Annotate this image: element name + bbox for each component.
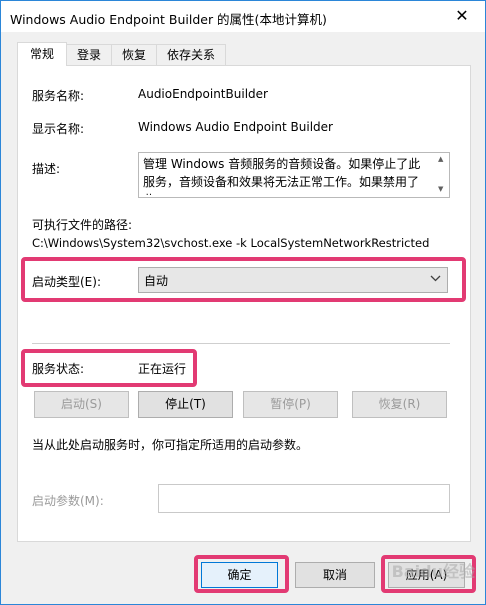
resume-button[interactable]: 恢复(R)	[352, 391, 447, 418]
divider	[32, 343, 450, 344]
tab-general[interactable]: 常规	[17, 42, 67, 66]
properties-dialog: Windows Audio Endpoint Builder 的属性(本地计算机…	[0, 0, 486, 605]
display-name-label: 显示名称:	[32, 122, 85, 136]
pause-button[interactable]: 暂停(P)	[243, 391, 338, 418]
service-name-value: AudioEndpointBuilder	[138, 87, 268, 101]
tab-logon[interactable]: 登录	[66, 44, 112, 65]
startup-params-label: 启动参数(M):	[32, 494, 104, 508]
startup-params-input[interactable]	[158, 484, 450, 513]
description-textbox[interactable]: 管理 Windows 音频服务的音频设备。如果停止了此服务，音频设备和效果将无法…	[138, 152, 450, 198]
apply-button[interactable]: 应用(A)	[388, 562, 465, 588]
path-label: 可执行文件的路径:	[32, 218, 133, 232]
display-name-value: Windows Audio Endpoint Builder	[138, 120, 333, 134]
ok-button[interactable]: 确定	[201, 562, 278, 588]
service-name-label: 服务名称:	[32, 89, 85, 103]
startup-params-hint: 当从此处启动服务时，你可指定所适用的启动参数。	[32, 438, 309, 452]
description-text: 管理 Windows 音频服务的音频设备。如果停止了此服务，音频设备和效果将无法…	[143, 157, 421, 195]
chevron-down-icon	[430, 270, 441, 289]
close-icon[interactable]: ✕	[439, 1, 485, 32]
stop-button[interactable]: 停止(T)	[138, 391, 233, 418]
scroll-up-icon[interactable]: ▲	[438, 155, 443, 163]
scroll-down-icon[interactable]: ▼	[438, 185, 443, 193]
startup-type-label: 启动类型(E):	[32, 275, 101, 289]
tab-recovery[interactable]: 恢复	[111, 44, 157, 65]
window-title: Windows Audio Endpoint Builder 的属性(本地计算机…	[10, 12, 327, 27]
cancel-button[interactable]: 取消	[295, 562, 375, 588]
path-value: C:\Windows\System32\svchost.exe -k Local…	[32, 236, 430, 250]
service-status-label: 服务状态:	[32, 362, 85, 376]
startup-type-select[interactable]: 自动	[138, 267, 448, 293]
start-button[interactable]: 启动(S)	[34, 391, 129, 418]
tab-dependencies[interactable]: 依存关系	[156, 44, 226, 65]
general-panel: 服务名称: AudioEndpointBuilder 显示名称: Windows…	[17, 65, 471, 542]
startup-type-value: 自动	[144, 274, 169, 288]
description-label: 描述:	[32, 162, 61, 176]
description-scrollbar[interactable]: ▲ ▼	[435, 153, 449, 197]
service-status-value: 正在运行	[138, 362, 187, 376]
title-bar[interactable]: Windows Audio Endpoint Builder 的属性(本地计算机…	[1, 1, 485, 32]
